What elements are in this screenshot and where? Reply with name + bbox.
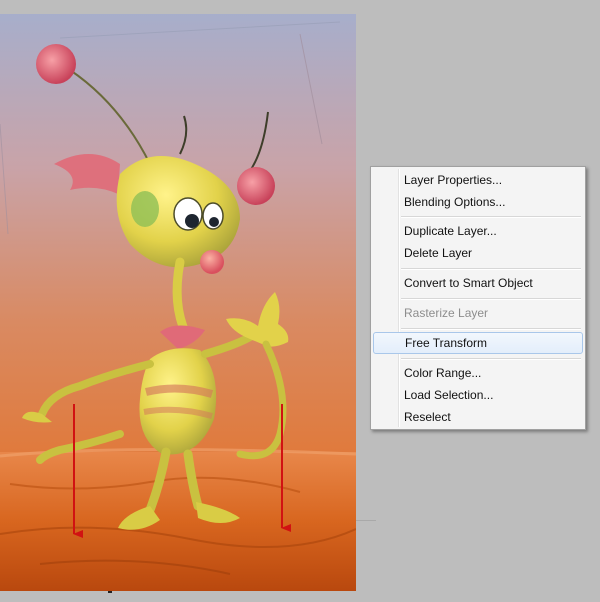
menu-separator [401,298,581,300]
menu-separator [401,268,581,270]
layer-context-menu: Layer Properties... Blending Options... … [370,166,586,430]
menu-item-delete-layer[interactable]: Delete Layer [373,242,583,264]
menu-item-color-range[interactable]: Color Range... [373,362,583,384]
menu-item-layer-properties[interactable]: Layer Properties... [373,169,583,191]
canvas-marker [108,591,112,593]
menu-item-duplicate-layer[interactable]: Duplicate Layer... [373,220,583,242]
creature-nose [200,250,224,274]
document-canvas[interactable] [0,14,356,591]
background-ground [0,452,356,591]
menu-separator [401,358,581,360]
menu-item-reselect[interactable]: Reselect [373,406,583,428]
menu-item-convert-to-smart-object[interactable]: Convert to Smart Object [373,272,583,294]
menu-item-blending-options[interactable]: Blending Options... [373,191,583,213]
menu-item-free-transform[interactable]: Free Transform [373,332,583,354]
antenna-puff-right [237,167,275,205]
canvas-artwork [0,14,356,591]
menu-separator [401,216,581,218]
antenna-puff-left [36,44,76,84]
menu-item-rasterize-layer: Rasterize Layer [404,306,489,320]
menu-separator [401,328,581,330]
photoshop-workspace: Layer Properties... Blending Options... … [0,0,600,602]
canvas-guide-line [356,520,376,521]
menu-item-load-selection[interactable]: Load Selection... [373,384,583,406]
